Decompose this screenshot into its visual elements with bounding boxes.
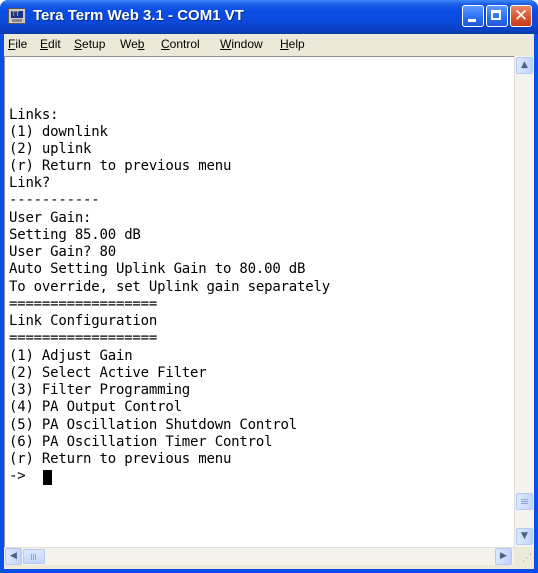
terminal-line: (1) Adjust Gain — [9, 348, 133, 364]
close-button[interactable]: ✕ — [510, 5, 532, 27]
chevron-left-icon: ◀ — [10, 551, 17, 561]
terminal-line: Setting 85.00 dB — [9, 227, 141, 243]
scroll-up-button[interactable]: ▲ — [516, 57, 533, 74]
scroll-down-button[interactable]: ▼ — [516, 528, 533, 545]
terminal-line: (6) PA Oscillation Timer Control — [9, 434, 273, 450]
window-title: Tera Term Web 3.1 - COM1 VT — [33, 7, 244, 24]
horizontal-scroll-thumb[interactable] — [23, 549, 45, 564]
menu-window[interactable]: Window — [220, 37, 263, 51]
terminal-line: User Gain? 80 — [9, 244, 116, 260]
terminal-prompt: -> — [9, 468, 26, 484]
scroll-left-button[interactable]: ◀ — [5, 548, 22, 565]
close-icon: ✕ — [513, 6, 529, 26]
terminal-line: Auto Setting Uplink Gain to 80.00 dB — [9, 261, 306, 277]
terminal-line: (1) downlink — [9, 124, 108, 140]
menu-bar: File Edit Setup Web Control Window Help — [4, 34, 534, 54]
maximize-icon — [491, 10, 501, 20]
menu-help[interactable]: Help — [280, 37, 305, 51]
terminal-line: User Gain: — [9, 210, 92, 226]
terminal-line: (5) PA Oscillation Shutdown Control — [9, 417, 298, 433]
terminal-line: (3) Filter Programming — [9, 382, 191, 398]
chevron-right-icon: ▶ — [500, 551, 507, 561]
vertical-scroll-thumb[interactable] — [516, 493, 533, 510]
terminal-line: (2) uplink — [9, 141, 92, 157]
minimize-icon — [468, 19, 476, 22]
terminal-line: (r) Return to previous menu — [9, 451, 232, 467]
chevron-down-icon: ▼ — [521, 531, 528, 541]
terminal-line: (r) Return to previous menu — [9, 158, 232, 174]
terminal-line: (4) PA Output Control — [9, 399, 182, 415]
terminal-line: (2) Select Active Filter — [9, 365, 207, 381]
resize-grip-icon: ⋰ — [522, 553, 532, 564]
vertical-scrollbar[interactable]: ▲ ▼ — [514, 56, 534, 547]
menu-file[interactable]: File — [8, 37, 27, 51]
terminal-line: ----------- — [9, 192, 100, 208]
menu-setup[interactable]: Setup — [74, 37, 105, 51]
horizontal-scrollbar[interactable]: ◀ ▶ — [4, 547, 514, 565]
title-bar[interactable]: TT Tera Term Web 3.1 - COM1 VT ✕ — [0, 0, 538, 34]
terminal-line: Links: — [9, 107, 59, 123]
tera-term-icon[interactable]: TT — [8, 8, 26, 24]
resize-grip[interactable]: ⋰ — [514, 547, 534, 565]
menu-edit[interactable]: Edit — [40, 37, 61, 51]
menu-web[interactable]: Web — [120, 37, 144, 51]
terminal-cursor — [43, 470, 52, 485]
terminal-line: Link Configuration — [9, 313, 158, 329]
chevron-up-icon: ▲ — [521, 60, 528, 70]
terminal-screen[interactable]: Links: (1) downlink (2) uplink (r) Retur… — [4, 56, 514, 547]
scroll-right-button[interactable]: ▶ — [495, 548, 512, 565]
terminal-line: ================== — [9, 330, 158, 346]
terminal-line: To override, set Uplink gain separately — [9, 279, 330, 295]
app-icon-label: TT — [12, 11, 20, 18]
minimize-button[interactable] — [462, 5, 484, 27]
terminal-line: ================== — [9, 296, 158, 312]
tera-term-window: TT Tera Term Web 3.1 - COM1 VT ✕ File Ed… — [0, 0, 538, 573]
terminal-line: Link? — [9, 175, 51, 191]
menu-control[interactable]: Control — [161, 37, 200, 51]
maximize-button[interactable] — [486, 5, 508, 27]
